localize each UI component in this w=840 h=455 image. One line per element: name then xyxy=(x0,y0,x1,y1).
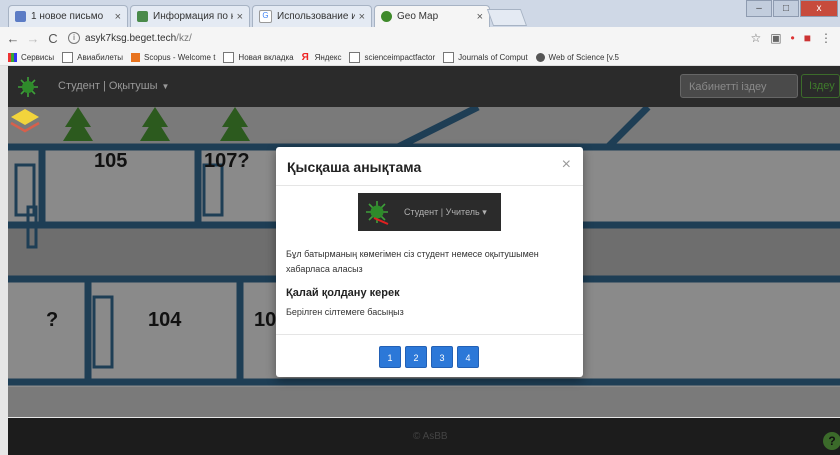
browser-tab-active[interactable]: Geo Map × xyxy=(374,5,490,27)
tree-icon xyxy=(63,107,93,141)
bookmark-item[interactable]: Scopus - Welcome t xyxy=(130,52,215,62)
bookmarks-bar: Сервисы Авиабилеты Scopus - Welcome t Но… xyxy=(0,49,840,66)
address-bar: ← → C i asyk7ksg.beget.tech/kz/ ☆ ▣ • ■ … xyxy=(0,27,840,49)
tab-close-icon[interactable]: × xyxy=(359,11,365,23)
url-path: /kz/ xyxy=(176,32,192,44)
bookmark-item[interactable]: Я Яндекс xyxy=(301,51,342,63)
modal-subheading: Қалай қолдану керек xyxy=(286,287,400,299)
minimize-button[interactable]: – xyxy=(746,0,772,17)
room-search-input[interactable]: Кабинетті іздеу xyxy=(680,74,798,98)
role-button-preview: Студент | Учитель ▾ xyxy=(358,193,501,231)
modal-title: Қысқаша анықтама xyxy=(287,159,422,175)
geomap-favicon-icon xyxy=(381,11,392,22)
extension-icon[interactable]: ■ xyxy=(804,31,811,45)
modal-divider xyxy=(276,334,583,335)
bookmark-item[interactable]: Авиабилеты xyxy=(62,51,123,63)
page-button-1[interactable]: 1 xyxy=(379,346,401,368)
page-button-2[interactable]: 2 xyxy=(405,346,427,368)
search-button[interactable]: Іздеу xyxy=(801,74,840,98)
virus-logo-icon[interactable] xyxy=(16,75,40,99)
user-role-dropdown[interactable]: Студент | Оқытушы ▼ xyxy=(58,80,169,92)
room-label[interactable]: 104 xyxy=(148,309,181,332)
back-arrow-icon[interactable]: ← xyxy=(6,31,20,46)
modal-description: Бұл батырманың көмегімен сіз студент нем… xyxy=(286,249,539,274)
browser-tab-strip: 1 новое письмо × Информация по конфе × G… xyxy=(0,0,840,27)
help-modal: Қысқаша анықтама × Студент | Учитель ▾ Б… xyxy=(276,147,583,377)
window-controls: – □ x xyxy=(745,0,838,17)
bookmark-item[interactable]: Journals of Comput xyxy=(443,51,528,63)
reload-icon[interactable]: C xyxy=(46,31,60,46)
apps-grid-icon xyxy=(8,52,17,62)
forward-arrow-icon[interactable]: → xyxy=(26,31,40,46)
page-icon xyxy=(62,51,74,63)
room-label[interactable]: ? xyxy=(46,309,58,332)
modal-pagination: 1 2 3 4 xyxy=(379,346,479,368)
close-window-button[interactable]: x xyxy=(800,0,838,17)
modal-close-button[interactable]: × xyxy=(562,156,571,174)
copyright-text: © AsBB xyxy=(413,431,448,442)
bookmark-item[interactable]: Новая вкладка xyxy=(223,51,294,63)
tab-close-icon[interactable]: × xyxy=(237,11,243,23)
address-bar-actions: ☆ ▣ • ■ ⋮ xyxy=(750,31,832,45)
page-favicon-icon xyxy=(137,11,148,22)
room-label[interactable]: 10 xyxy=(254,309,276,332)
extension-icon[interactable]: ▣ xyxy=(770,31,781,45)
caret-down-icon: ▼ xyxy=(161,82,170,91)
modal-step-text: Берілген сілтемеге басыңыз xyxy=(286,307,404,317)
room-label[interactable]: 107? xyxy=(204,150,250,173)
browser-tab[interactable]: G Использование интерак × xyxy=(252,5,372,27)
tab-close-icon[interactable]: × xyxy=(477,11,483,23)
extension-icon[interactable]: • xyxy=(791,31,795,45)
tree-icon xyxy=(140,107,170,141)
url-host: asyk7ksg.beget.tech xyxy=(85,32,177,44)
yandex-icon: Я xyxy=(301,51,309,63)
page-button-3[interactable]: 3 xyxy=(431,346,453,368)
page-icon xyxy=(349,51,361,63)
google-favicon-icon: G xyxy=(259,10,272,23)
page-icon xyxy=(443,51,455,63)
room-label[interactable]: 105 xyxy=(94,150,127,173)
browser-tab[interactable]: Информация по конфе × xyxy=(130,5,250,27)
new-tab-button[interactable] xyxy=(486,9,528,26)
menu-icon[interactable]: ⋮ xyxy=(820,31,832,45)
tree-icon xyxy=(220,107,250,141)
page-icon xyxy=(223,51,235,63)
browser-tab[interactable]: 1 новое письмо × xyxy=(8,5,128,27)
star-icon[interactable]: ☆ xyxy=(750,31,761,45)
app-navbar: Студент | Оқытушы ▼ Кабинетті іздеу Іздеу xyxy=(8,66,840,107)
modal-header: Қысқаша анықтама × xyxy=(276,147,583,186)
app-footer: © AsBB ? xyxy=(8,418,840,455)
scopus-icon xyxy=(130,52,140,62)
web-of-science-icon xyxy=(535,52,545,62)
tab-close-icon[interactable]: × xyxy=(115,11,121,23)
maximize-button[interactable]: □ xyxy=(773,0,799,17)
bookmark-item[interactable]: Web of Science [v.5 xyxy=(535,52,619,62)
mail-favicon-icon xyxy=(15,11,26,22)
help-button[interactable]: ? xyxy=(823,432,840,450)
bookmark-apps[interactable]: Сервисы xyxy=(8,52,54,62)
preview-label: Студент | Учитель ▾ xyxy=(404,207,487,217)
bookmark-item[interactable]: scienceimpactfactor xyxy=(349,51,435,63)
info-icon[interactable]: i xyxy=(68,32,80,44)
url-field[interactable]: i asyk7ksg.beget.tech/kz/ xyxy=(68,32,192,44)
virus-logo-icon xyxy=(366,201,389,225)
page-button-4[interactable]: 4 xyxy=(457,346,479,368)
layers-icon[interactable] xyxy=(8,107,42,137)
